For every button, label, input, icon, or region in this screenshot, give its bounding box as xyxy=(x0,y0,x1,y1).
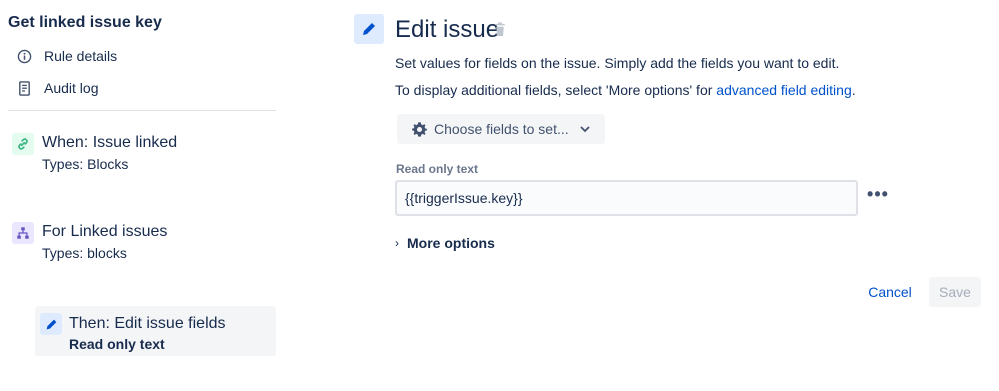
more-options-toggle[interactable]: › More options xyxy=(395,234,495,252)
choose-fields-label: Choose fields to set... xyxy=(434,121,569,137)
step-trigger[interactable]: When: Issue linked Types: Blocks xyxy=(12,133,272,177)
trash-icon[interactable] xyxy=(494,22,508,38)
gear-icon xyxy=(410,120,428,138)
chevron-right-icon: › xyxy=(395,236,399,250)
advanced-field-editing-link[interactable]: advanced field editing xyxy=(716,82,851,98)
more-options-label: More options xyxy=(407,235,495,251)
step-branch-subtitle: Types: blocks xyxy=(42,245,127,261)
step-trigger-title: When: Issue linked xyxy=(42,134,178,151)
nav-rule-details-label: Rule details xyxy=(44,48,118,64)
advanced-hint-prefix: To display additional fields, select 'Mo… xyxy=(395,82,717,98)
step-action-selected[interactable]: Then: Edit issue fields Read only text xyxy=(35,306,276,356)
page-title: Edit issue xyxy=(395,16,500,43)
step-trigger-subtitle: Types: Blocks xyxy=(42,156,129,172)
advanced-hint-suffix: . xyxy=(851,82,856,98)
step-branch-title: For Linked issues xyxy=(42,223,168,240)
hierarchy-icon xyxy=(12,222,34,244)
rule-sidebar: Get linked issue key Rule details Audit … xyxy=(0,0,285,391)
nav-rule-details[interactable]: Rule details xyxy=(16,45,117,67)
document-icon xyxy=(16,80,32,96)
choose-fields-button[interactable]: Choose fields to set... xyxy=(397,114,605,144)
nav-audit-log-label: Audit log xyxy=(44,80,99,96)
rule-title: Get linked issue key xyxy=(8,14,162,31)
info-icon xyxy=(16,48,32,64)
advanced-hint: To display additional fields, select 'Mo… xyxy=(395,82,856,98)
more-actions-icon[interactable]: ••• xyxy=(865,184,891,204)
read-only-text-input[interactable] xyxy=(395,180,858,216)
description-text: Set values for fields on the issue. Simp… xyxy=(395,55,840,71)
pencil-icon xyxy=(40,313,62,335)
step-action-title: Then: Edit issue fields xyxy=(69,315,226,332)
edit-issue-panel: Edit issue Set values for fields on the … xyxy=(340,0,999,391)
nav-audit-log[interactable]: Audit log xyxy=(16,77,98,99)
link-icon xyxy=(12,133,34,155)
sidebar-divider xyxy=(8,110,276,111)
pencil-icon xyxy=(354,14,384,44)
save-button[interactable]: Save xyxy=(929,277,981,307)
field-label: Read only text xyxy=(396,162,479,176)
cancel-button[interactable]: Cancel xyxy=(859,277,921,307)
chevron-down-icon xyxy=(579,123,591,135)
step-branch[interactable]: For Linked issues Types: blocks xyxy=(12,222,272,266)
step-action-subtitle: Read only text xyxy=(69,336,165,352)
